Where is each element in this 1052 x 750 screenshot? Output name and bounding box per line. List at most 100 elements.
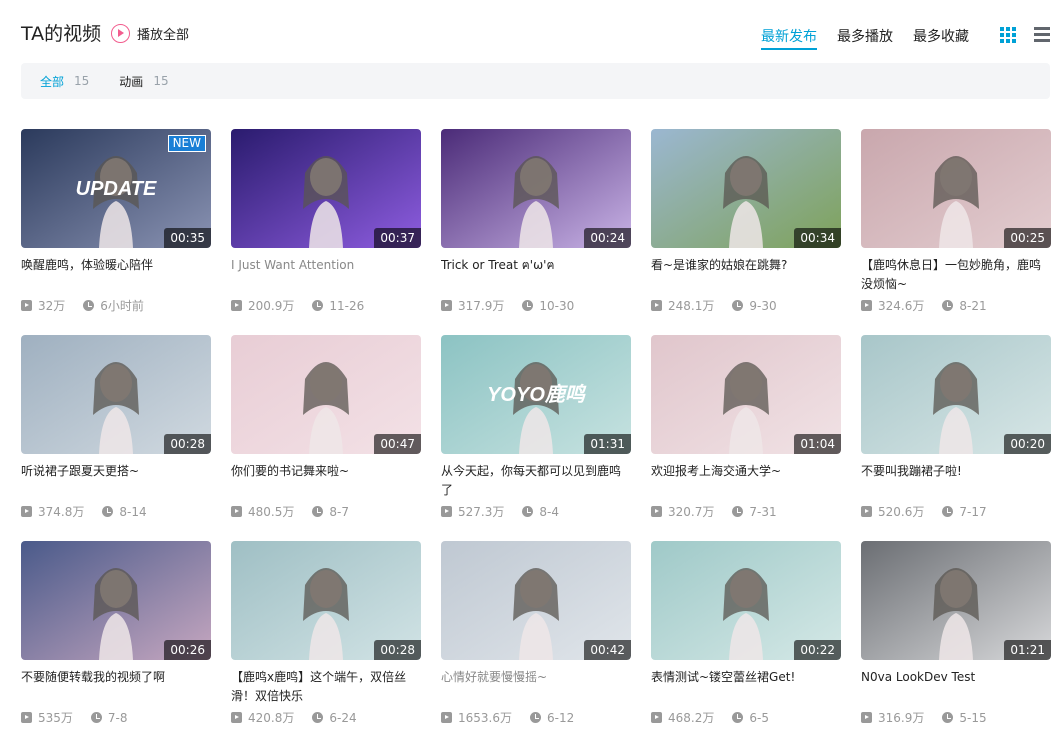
video-meta: 316.9万 5-15 bbox=[861, 709, 987, 726]
video-thumbnail[interactable]: 00:42 bbox=[441, 541, 631, 660]
video-duration: 00:28 bbox=[374, 640, 421, 660]
video-thumbnail[interactable]: 00:34 bbox=[651, 129, 841, 248]
video-thumbnail[interactable]: 00:47 bbox=[231, 335, 421, 454]
video-duration: 00:37 bbox=[374, 228, 421, 248]
video-title[interactable]: 心情好就要慢慢摇~ bbox=[441, 668, 631, 687]
publish-date: 6小时前 bbox=[100, 299, 144, 313]
video-title[interactable]: I Just Want Attention bbox=[231, 256, 421, 275]
view-count: 480.5万 bbox=[248, 505, 295, 519]
video-card[interactable]: 00:47 你们要的书记舞来啦~ 480.5万 8-7 bbox=[231, 335, 421, 541]
video-title[interactable]: 听说裙子跟夏天更搭~ bbox=[21, 462, 211, 481]
video-card[interactable]: UPDATE NEW 00:35 唤醒鹿鸣，体验暖心陪伴 32万 6小时前 bbox=[21, 129, 211, 335]
thumbnail-caption: UPDATE bbox=[76, 178, 157, 200]
filter-tab-animation[interactable]: 动画 15 bbox=[119, 73, 168, 90]
clock-icon bbox=[522, 506, 534, 517]
video-title[interactable]: 你们要的书记舞来啦~ bbox=[231, 462, 421, 481]
play-count-icon bbox=[651, 712, 662, 723]
video-thumbnail[interactable]: YOYO鹿鸣 01:31 bbox=[441, 335, 631, 454]
video-card[interactable]: 00:28 【鹿鸣x鹿鸣】这个端午，双倍丝滑！双倍快乐 420.8万 6-24 bbox=[231, 541, 421, 747]
clock-icon bbox=[312, 712, 324, 723]
sort-tab-latest[interactable]: 最新发布 bbox=[761, 26, 817, 50]
publish-date: 8-21 bbox=[959, 298, 987, 313]
view-count: 320.7万 bbox=[668, 505, 715, 519]
video-card[interactable]: 01:04 欢迎报考上海交通大学~ 320.7万 7-31 bbox=[651, 335, 841, 541]
video-thumbnail[interactable]: 00:37 bbox=[231, 129, 421, 248]
filter-tab-label: 动画 bbox=[119, 74, 144, 89]
view-count: 32万 bbox=[38, 299, 66, 313]
publish-date: 6-24 bbox=[329, 710, 357, 725]
play-count-icon bbox=[861, 712, 872, 723]
grid-view-icon[interactable] bbox=[1000, 27, 1016, 43]
video-duration: 01:21 bbox=[1004, 640, 1051, 660]
video-thumbnail[interactable]: 01:21 bbox=[861, 541, 1051, 660]
video-card[interactable]: YOYO鹿鸣 01:31 从今天起，你每天都可以见到鹿鸣了 527.3万 8-4 bbox=[441, 335, 631, 541]
video-title[interactable]: 不要叫我蹦裙子啦! bbox=[861, 462, 1051, 481]
video-meta: 248.1万 9-30 bbox=[651, 297, 777, 314]
publish-date: 11-26 bbox=[329, 298, 365, 313]
play-count-icon bbox=[441, 712, 452, 723]
video-title[interactable]: 表情测试~镂空蕾丝裙Get! bbox=[651, 668, 841, 687]
video-title[interactable]: 【鹿鸣x鹿鸣】这个端午，双倍丝滑！双倍快乐 bbox=[231, 668, 421, 706]
clock-icon bbox=[102, 506, 114, 517]
video-thumbnail[interactable]: 00:26 bbox=[21, 541, 211, 660]
video-card[interactable]: 00:37 I Just Want Attention 200.9万 11-26 bbox=[231, 129, 421, 335]
view-count: 200.9万 bbox=[248, 299, 295, 313]
view-count: 420.8万 bbox=[248, 711, 295, 725]
play-all-label: 播放全部 bbox=[137, 28, 190, 43]
video-thumbnail[interactable]: 01:04 bbox=[651, 335, 841, 454]
video-card[interactable]: 00:24 Trick or Treat ฅ'ω'ฅ 317.9万 10-30 bbox=[441, 129, 631, 335]
video-title[interactable]: N0va LookDev Test bbox=[861, 668, 1051, 687]
video-thumbnail[interactable]: 00:24 bbox=[441, 129, 631, 248]
video-card[interactable]: 00:20 不要叫我蹦裙子啦! 520.6万 7-17 bbox=[861, 335, 1051, 541]
play-count-icon bbox=[441, 506, 452, 517]
video-card[interactable]: 00:22 表情测试~镂空蕾丝裙Get! 468.2万 6-5 bbox=[651, 541, 841, 747]
clock-icon bbox=[942, 712, 954, 723]
filter-tab-all[interactable]: 全部 15 bbox=[40, 73, 89, 90]
video-duration: 00:24 bbox=[584, 228, 631, 248]
publish-date: 6-5 bbox=[749, 710, 769, 725]
sort-tab-most-favorited[interactable]: 最多收藏 bbox=[913, 26, 969, 50]
view-count: 520.6万 bbox=[878, 505, 925, 519]
video-thumbnail[interactable]: 00:20 bbox=[861, 335, 1051, 454]
video-title[interactable]: 从今天起，你每天都可以见到鹿鸣了 bbox=[441, 462, 631, 500]
video-card[interactable]: 00:28 听说裙子跟夏天更搭~ 374.8万 8-14 bbox=[21, 335, 211, 541]
video-card[interactable]: 00:26 不要随便转载我的视频了啊 535万 7-8 bbox=[21, 541, 211, 747]
publish-date: 10-30 bbox=[539, 298, 575, 313]
video-duration: 00:20 bbox=[1004, 434, 1051, 454]
video-thumbnail[interactable]: 00:25 bbox=[861, 129, 1051, 248]
publish-date: 6-12 bbox=[547, 710, 575, 725]
video-meta: 420.8万 6-24 bbox=[231, 709, 357, 726]
video-meta: 1653.6万 6-12 bbox=[441, 709, 574, 726]
video-title[interactable]: 唤醒鹿鸣，体验暖心陪伴 bbox=[21, 256, 211, 275]
video-card[interactable]: 00:25 【鹿鸣休息日】一包妙脆角，鹿鸣没烦恼~ 324.6万 8-21 bbox=[861, 129, 1051, 335]
publish-date: 8-7 bbox=[329, 504, 349, 519]
video-thumbnail[interactable]: 00:28 bbox=[21, 335, 211, 454]
video-meta: 374.8万 8-14 bbox=[21, 503, 147, 520]
clock-icon bbox=[732, 506, 744, 517]
list-view-icon[interactable] bbox=[1034, 27, 1050, 43]
clock-icon bbox=[83, 300, 95, 311]
video-title[interactable]: 【鹿鸣休息日】一包妙脆角，鹿鸣没烦恼~ bbox=[861, 256, 1051, 294]
video-thumbnail[interactable]: UPDATE NEW 00:35 bbox=[21, 129, 211, 248]
video-card[interactable]: 00:42 心情好就要慢慢摇~ 1653.6万 6-12 bbox=[441, 541, 631, 747]
video-duration: 00:42 bbox=[584, 640, 631, 660]
video-title[interactable]: 欢迎报考上海交通大学~ bbox=[651, 462, 841, 481]
video-title[interactable]: Trick or Treat ฅ'ω'ฅ bbox=[441, 256, 631, 275]
sort-tab-most-played[interactable]: 最多播放 bbox=[837, 26, 893, 50]
video-card[interactable]: 00:34 看~是谁家的姑娘在跳舞? 248.1万 9-30 bbox=[651, 129, 841, 335]
play-count-icon bbox=[21, 506, 32, 517]
video-card[interactable]: 01:21 N0va LookDev Test 316.9万 5-15 bbox=[861, 541, 1051, 747]
video-title[interactable]: 不要随便转载我的视频了啊 bbox=[21, 668, 211, 687]
video-duration: 00:22 bbox=[794, 640, 841, 660]
video-title[interactable]: 看~是谁家的姑娘在跳舞? bbox=[651, 256, 841, 275]
clock-icon bbox=[732, 712, 744, 723]
publish-date: 5-15 bbox=[959, 710, 987, 725]
play-count-icon bbox=[861, 300, 872, 311]
sort-tabs: 最新发布 最多播放 最多收藏 bbox=[761, 26, 969, 50]
view-count: 316.9万 bbox=[878, 711, 925, 725]
filter-tab-label: 全部 bbox=[40, 74, 65, 89]
video-thumbnail[interactable]: 00:28 bbox=[231, 541, 421, 660]
play-count-icon bbox=[21, 300, 32, 311]
video-thumbnail[interactable]: 00:22 bbox=[651, 541, 841, 660]
play-all-button[interactable]: 播放全部 bbox=[111, 24, 189, 43]
